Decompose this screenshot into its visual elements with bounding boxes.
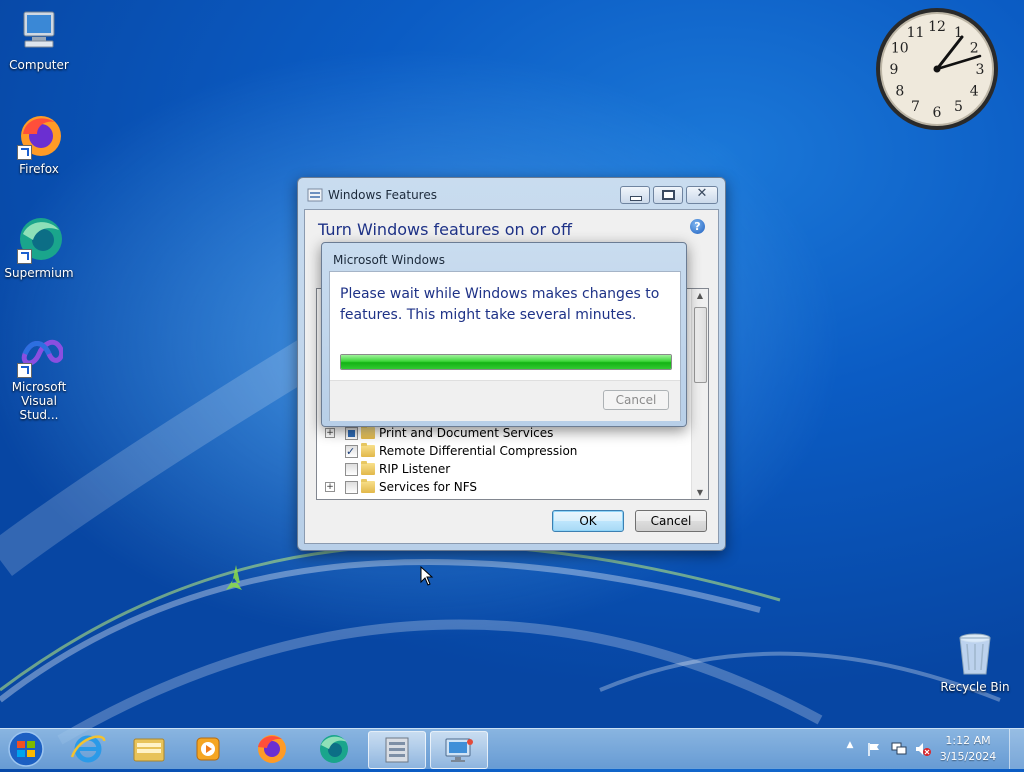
help-icon-glyph: ? <box>694 220 701 233</box>
taskbar-firefox[interactable] <box>244 731 300 767</box>
dialog-message: Please wait while Windows makes changes … <box>340 286 660 323</box>
show-desktop-button[interactable] <box>1009 729 1024 769</box>
progress-bar <box>340 354 672 370</box>
internet-explorer-icon <box>70 735 106 763</box>
clock-numeral: 10 <box>891 41 909 57</box>
volume-muted-icon[interactable] <box>914 741 932 757</box>
clock-numeral: 5 <box>954 99 963 115</box>
shortcut-arrow-icon <box>17 145 32 160</box>
taskbar: ▲ 1:12 AM 3/15/2024 <box>0 728 1024 769</box>
maximize-icon <box>662 190 675 200</box>
feature-checkbox[interactable] <box>345 427 358 440</box>
scroll-thumb[interactable] <box>694 307 707 383</box>
clock-numeral: 3 <box>976 62 985 78</box>
folder-icon <box>361 461 375 475</box>
desktop-icon-label: Recycle Bin <box>940 680 1010 694</box>
tray-date: 3/15/2024 <box>939 750 997 763</box>
mouse-cursor-icon <box>420 566 434 586</box>
folder-icon <box>361 443 375 457</box>
feature-checkbox[interactable] <box>345 443 358 461</box>
start-button[interactable] <box>4 729 48 769</box>
folder-icon <box>361 479 375 493</box>
clock-numeral: 4 <box>970 84 979 100</box>
page-heading: Turn Windows features on or off <box>318 220 572 239</box>
scroll-up-icon[interactable]: ▲ <box>692 291 708 300</box>
tray-show-hidden-icon[interactable]: ▲ <box>844 740 856 750</box>
dialog-footer: Cancel <box>330 380 680 421</box>
shortcut-arrow-icon <box>17 249 32 264</box>
desktop-icon-label: Supermium <box>4 266 74 280</box>
recycle-bin-icon <box>951 630 999 678</box>
progress-fill <box>341 355 671 369</box>
taskbar-internet-explorer[interactable] <box>60 731 116 767</box>
feature-label: RIP Listener <box>379 462 451 476</box>
desktop-icon-label: Microsoft Visual Stud... <box>11 380 67 422</box>
tree-row[interactable]: Remote Differential Compression <box>323 442 683 461</box>
windows-start-orb-icon <box>8 731 44 767</box>
supermium-icon <box>320 735 348 763</box>
visual-studio-icon <box>15 330 65 378</box>
desktop-icon-label: Computer <box>9 58 69 72</box>
taskbar-media-player[interactable] <box>180 731 236 767</box>
feature-label: Services for NFS <box>379 480 478 494</box>
folder-library-icon <box>133 738 165 762</box>
clock-numeral: 8 <box>895 84 904 100</box>
feature-checkbox[interactable] <box>345 481 358 494</box>
desktop-icon-recycle-bin[interactable]: Recycle Bin <box>937 630 1013 694</box>
cancel-button[interactable]: Cancel <box>635 510 707 532</box>
maximize-button[interactable] <box>653 186 683 204</box>
clock-gadget[interactable]: 12 1234567891011 <box>874 6 1000 132</box>
clock-numeral: 6 <box>933 105 942 121</box>
tree-row[interactable]: RIP Listener <box>323 460 683 478</box>
clock-numeral: 12 <box>928 19 946 35</box>
action-center-flag-icon[interactable] <box>866 741 882 757</box>
taskbar-supermium[interactable] <box>306 731 362 767</box>
minimize-icon <box>630 196 642 201</box>
tree-row[interactable]: + Services for NFS <box>323 478 683 496</box>
scrollbar[interactable]: ▲ ▼ <box>691 289 708 499</box>
taskbar-windows-explorer[interactable] <box>121 731 177 767</box>
supermium-icon <box>15 216 63 264</box>
desktop-icon-computer[interactable]: Computer <box>1 8 77 72</box>
taskbar-windows-features[interactable] <box>368 731 426 769</box>
dialog-title: Microsoft Windows <box>333 253 445 267</box>
minimize-button[interactable] <box>620 186 650 204</box>
clock-numeral: 9 <box>890 62 899 78</box>
windows-features-task-icon <box>385 737 409 763</box>
tray-time: 1:12 AM <box>945 734 991 747</box>
desktop-icon-label: Firefox <box>19 162 59 176</box>
tray-clock[interactable]: 1:12 AM 3/15/2024 <box>936 733 1000 765</box>
expand-icon[interactable]: + <box>325 428 335 438</box>
progress-dialog[interactable]: Microsoft Windows Please wait while Wind… <box>321 242 687 427</box>
scroll-down-icon[interactable]: ▼ <box>692 488 708 497</box>
desktop-icon-firefox[interactable]: Firefox <box>1 112 77 176</box>
feature-checkbox[interactable] <box>345 463 358 476</box>
shortcut-arrow-icon <box>17 363 32 378</box>
expand-icon[interactable]: + <box>325 482 335 492</box>
firefox-icon <box>15 112 63 160</box>
clock-numeral: 11 <box>907 25 925 41</box>
ok-button[interactable]: OK <box>552 510 624 532</box>
windows-features-app-icon <box>307 188 323 202</box>
control-panel-icon <box>445 738 473 762</box>
window-title: Windows Features <box>328 188 437 202</box>
folder-icon <box>361 425 375 439</box>
progress-cancel-button[interactable]: Cancel <box>603 390 669 410</box>
taskbar-control-panel[interactable] <box>430 731 488 769</box>
network-icon[interactable] <box>890 741 908 757</box>
close-icon: ✕ <box>696 186 708 201</box>
desktop-icon-visual-studio[interactable]: Microsoft Visual Stud... <box>1 330 77 422</box>
clock-numeral: 7 <box>911 99 920 115</box>
firefox-icon <box>258 735 286 763</box>
close-button[interactable]: ✕ <box>686 186 718 204</box>
help-icon[interactable]: ? <box>690 219 705 234</box>
media-player-icon <box>196 737 220 761</box>
feature-label: Remote Differential Compression <box>379 444 578 458</box>
dialog-body: Please wait while Windows makes changes … <box>329 271 681 421</box>
computer-icon <box>15 8 63 56</box>
clock-numeral: 2 <box>970 41 979 57</box>
desktop-icon-supermium[interactable]: Supermium <box>1 216 77 280</box>
